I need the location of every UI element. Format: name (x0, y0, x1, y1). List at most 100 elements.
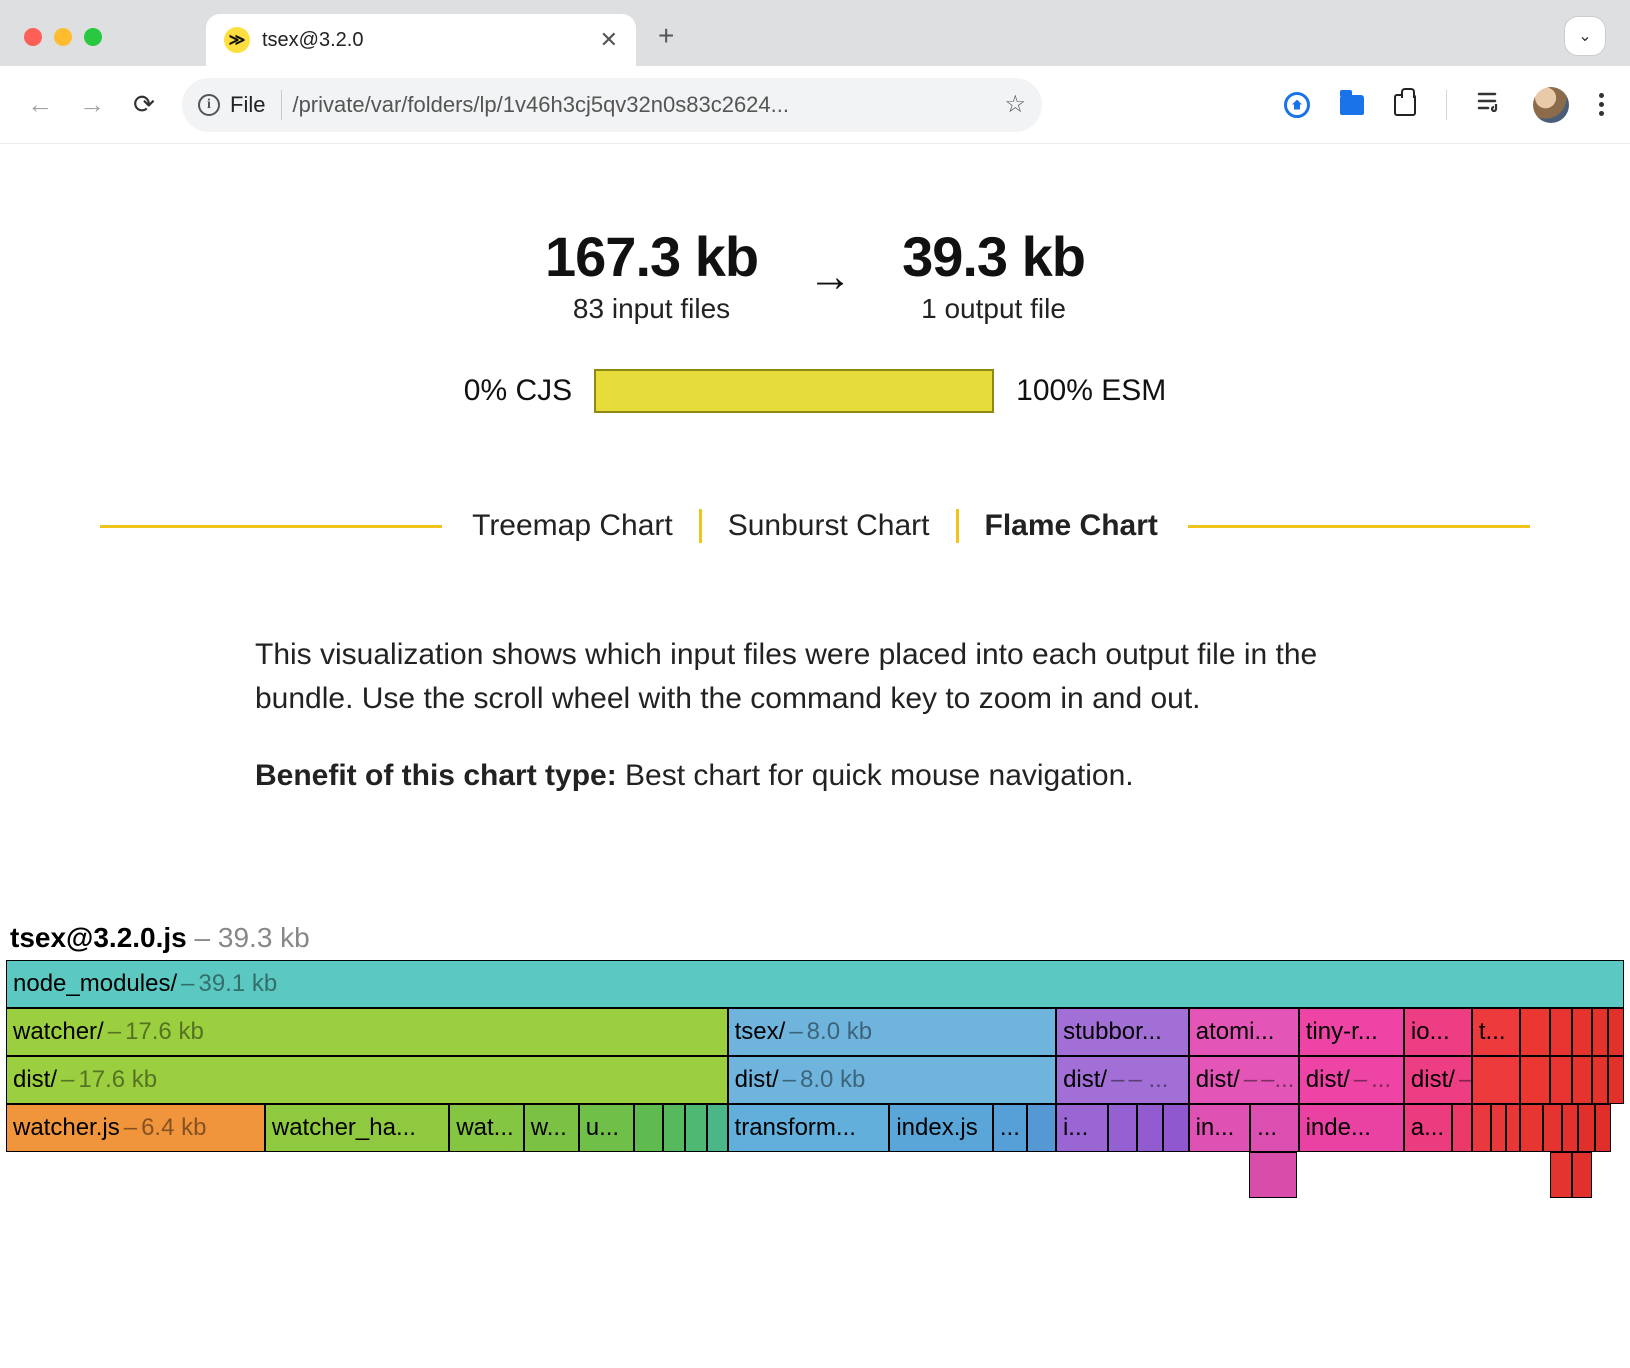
flame-cell[interactable]: atomi... (1189, 1008, 1299, 1056)
flame-overflow-row (6, 1152, 1624, 1198)
toolbar-separator (1446, 90, 1447, 120)
flame-cell[interactable]: dist/– 8.0 kb (728, 1056, 1056, 1104)
flame-cell[interactable] (1506, 1104, 1521, 1152)
address-bar[interactable]: i File /private/var/folders/lp/1v46h3cj5… (182, 78, 1042, 132)
output-stat: 39.3 kb 1 output file (902, 224, 1085, 325)
omnibox-divider (281, 90, 282, 120)
flame-cell[interactable]: dist/– ... (1404, 1056, 1472, 1104)
profile-avatar[interactable] (1533, 87, 1569, 123)
flame-cell[interactable] (1491, 1104, 1506, 1152)
flame-cell[interactable] (1595, 1104, 1611, 1152)
flame-cell[interactable] (1520, 1056, 1549, 1104)
benefit-text: Benefit of this chart type: Best chart f… (255, 754, 1375, 798)
flame-cell[interactable]: stubbor... (1056, 1008, 1189, 1056)
cjs-label: 0% CJS (464, 374, 572, 408)
flame-cell[interactable] (1550, 1008, 1573, 1056)
module-format-bar: 0% CJS 100% ESM (0, 369, 1630, 413)
flame-cell[interactable] (1108, 1104, 1137, 1152)
flame-cell[interactable] (1572, 1008, 1591, 1056)
flame-cell[interactable]: t... (1472, 1008, 1521, 1056)
tab-separator (956, 509, 959, 543)
close-window-icon[interactable] (24, 28, 42, 46)
arrow-right-icon: → (808, 248, 852, 302)
flame-cell[interactable]: transform... (728, 1104, 890, 1152)
chart-description: This visualization shows which input fil… (255, 633, 1375, 798)
flame-cell[interactable] (707, 1104, 728, 1152)
benefit-value: Best chart for quick mouse navigation. (617, 759, 1134, 792)
flame-cell[interactable]: a... (1404, 1104, 1453, 1152)
browser-toolbar: ← → ⟳ i File /private/var/folders/lp/1v4… (0, 66, 1630, 144)
flame-cell[interactable] (1572, 1056, 1591, 1104)
tab-sunburst[interactable]: Sunburst Chart (728, 509, 930, 543)
flame-cell[interactable]: ... (993, 1104, 1027, 1152)
flame-cell[interactable]: wat... (449, 1104, 523, 1152)
flame-cell[interactable]: node_modules/– 39.1 kb (6, 960, 1624, 1008)
flame-cell[interactable] (663, 1104, 686, 1152)
flame-cell[interactable] (1550, 1152, 1573, 1198)
minimize-window-icon[interactable] (54, 28, 72, 46)
flame-cell[interactable]: tsex/– 8.0 kb (728, 1008, 1056, 1056)
flame-cell[interactable] (1608, 1008, 1624, 1056)
window-controls (24, 28, 102, 66)
flame-cell[interactable]: in... (1189, 1104, 1250, 1152)
esm-label: 100% ESM (1016, 374, 1166, 408)
flame-cell[interactable] (1520, 1008, 1549, 1056)
flame-cell[interactable]: inde... (1299, 1104, 1404, 1152)
flame-cell[interactable] (1472, 1056, 1521, 1104)
media-control-icon[interactable] (1477, 90, 1503, 119)
flame-cell[interactable] (1578, 1104, 1594, 1152)
reload-button[interactable]: ⟳ (130, 89, 158, 120)
flame-cell[interactable] (1550, 1056, 1573, 1104)
flame-cell[interactable]: u... (579, 1104, 634, 1152)
flame-cell[interactable]: watcher/– 17.6 kb (6, 1008, 728, 1056)
flame-row: dist/– 17.6 kbdist/– 8.0 kbdist/– – ...d… (6, 1056, 1624, 1104)
flame-cell[interactable] (1472, 1104, 1491, 1152)
flame-cell[interactable]: tiny-r... (1299, 1008, 1404, 1056)
flame-cell[interactable] (1520, 1104, 1543, 1152)
flame-cell[interactable] (1562, 1104, 1578, 1152)
flame-cell[interactable]: io... (1404, 1008, 1472, 1056)
output-size: 39.3 kb (902, 224, 1085, 289)
flame-cell[interactable] (1543, 1104, 1562, 1152)
folder-icon[interactable] (1340, 95, 1364, 115)
site-info-icon[interactable]: i (198, 94, 220, 116)
flame-cell[interactable] (1137, 1104, 1163, 1152)
extensions-icon[interactable] (1394, 94, 1416, 116)
input-size: 167.3 kb (545, 224, 758, 289)
back-button[interactable]: ← (26, 89, 54, 120)
flame-cell[interactable]: dist/– ... (1299, 1056, 1404, 1104)
flame-cell[interactable]: dist/– –... (1189, 1056, 1299, 1104)
flame-cell[interactable]: w... (524, 1104, 579, 1152)
flame-cell[interactable] (1592, 1008, 1608, 1056)
flame-cell[interactable] (634, 1104, 663, 1152)
new-tab-button[interactable]: + (658, 20, 674, 66)
tab-treemap[interactable]: Treemap Chart (472, 509, 673, 543)
flame-cell[interactable]: watcher_ha... (265, 1104, 449, 1152)
home-icon[interactable] (1284, 92, 1310, 118)
tabs-dropdown-button[interactable]: ⌄ (1564, 16, 1606, 56)
flame-cell[interactable]: watcher.js– 6.4 kb (6, 1104, 265, 1152)
flame-cell[interactable] (1163, 1104, 1189, 1152)
flame-chart[interactable]: tsex@3.2.0.js – 39.3 kb node_modules/– 3… (0, 918, 1630, 1198)
flame-cell[interactable]: index.js (889, 1104, 993, 1152)
flame-cell[interactable]: i... (1056, 1104, 1108, 1152)
bookmark-star-icon[interactable]: ☆ (1004, 90, 1026, 119)
tab-separator (699, 509, 702, 543)
browser-tab[interactable]: ≫ tsex@3.2.0 ✕ (206, 14, 636, 66)
flame-cell[interactable] (1027, 1104, 1056, 1152)
flame-cell[interactable] (1608, 1056, 1624, 1104)
flame-rows: node_modules/– 39.1 kbwatcher/– 17.6 kbt… (6, 960, 1624, 1152)
close-tab-icon[interactable]: ✕ (600, 27, 618, 53)
flame-cell[interactable] (1452, 1104, 1471, 1152)
flame-cell[interactable]: dist/– – ... (1056, 1056, 1189, 1104)
forward-button[interactable]: → (78, 89, 106, 120)
flame-cell[interactable]: dist/– 17.6 kb (6, 1056, 728, 1104)
maximize-window-icon[interactable] (84, 28, 102, 46)
flame-cell[interactable]: ... (1250, 1104, 1299, 1152)
tab-flame[interactable]: Flame Chart (985, 509, 1158, 543)
flame-cell[interactable] (1249, 1152, 1298, 1198)
flame-cell[interactable] (1572, 1152, 1591, 1198)
flame-cell[interactable] (1592, 1056, 1608, 1104)
flame-cell[interactable] (685, 1104, 706, 1152)
browser-menu-icon[interactable] (1599, 93, 1604, 116)
